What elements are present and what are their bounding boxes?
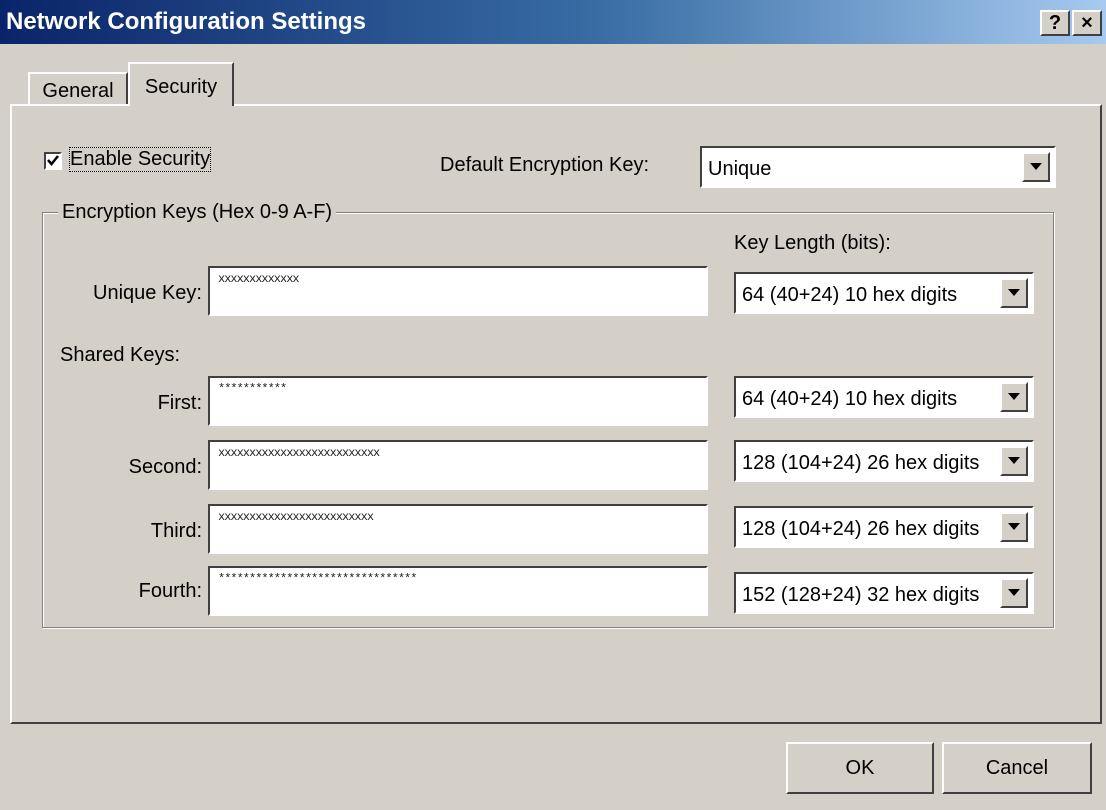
check-icon [47,155,59,166]
help-icon: ? [1048,12,1062,34]
encryption-keys-group-title: Encryption Keys (Hex 0-9 A-F) [58,201,337,224]
shared-key-second-value: xxxxxxxxxxxxxxxxxxxxxxxxxx [218,446,380,460]
tab-security-label: Security [144,76,218,98]
shared-key-third-input[interactable]: xxxxxxxxxxxxxxxxxxxxxxxxx [208,504,708,554]
chevron-down-icon[interactable] [1000,446,1028,476]
chevron-down-icon[interactable] [1000,578,1028,608]
unique-key-label: Unique Key: [93,282,202,304]
window-title: Network Configuration Settings [6,8,366,35]
unique-key-length-value: 64 (40+24) 10 hex digits [742,284,958,306]
unique-key-value: xxxxxxxxxxxxx [218,272,300,286]
help-button[interactable]: ? [1040,10,1070,36]
unique-key-length-select[interactable]: 64 (40+24) 10 hex digits [734,272,1034,314]
shared-key-fourth-value: ******************************** [218,572,417,586]
shared-key-fourth-length-select[interactable]: 152 (128+24) 32 hex digits [734,572,1034,614]
default-encryption-key-value: Unique [708,158,772,180]
tab-general[interactable]: General [28,72,128,106]
shared-key-fourth-label: Fourth: [138,580,202,602]
shared-key-second-label: Second: [128,456,202,478]
shared-key-third-value: xxxxxxxxxxxxxxxxxxxxxxxxx [218,510,374,524]
default-encryption-key-select[interactable]: Unique [700,146,1056,188]
network-config-dialog: Network Configuration Settings ? × Gener… [0,0,1106,810]
close-icon: × [1081,12,1093,34]
shared-key-first-value: *********** [218,382,287,396]
tab-general-label: General [42,80,114,102]
default-encryption-key-label: Default Encryption Key: [440,154,649,176]
enable-security-label[interactable]: Enable Security [68,147,212,172]
shared-key-fourth-length-value: 152 (128+24) 32 hex digits [742,584,980,606]
cancel-button[interactable]: Cancel [942,742,1092,794]
chevron-down-icon[interactable] [1000,512,1028,542]
shared-key-fourth-input[interactable]: ******************************** [208,566,708,616]
shared-key-second-length-value: 128 (104+24) 26 hex digits [742,452,980,474]
shared-key-third-label: Third: [150,520,202,542]
enable-security-checkbox[interactable] [44,152,62,170]
close-button[interactable]: × [1072,10,1102,36]
title-bar[interactable]: Network Configuration Settings ? × [0,0,1106,44]
shared-key-first-input[interactable]: *********** [208,376,708,426]
cancel-button-label: Cancel [985,756,1049,779]
shared-key-first-length-select[interactable]: 64 (40+24) 10 hex digits [734,376,1034,418]
shared-key-first-length-value: 64 (40+24) 10 hex digits [742,388,958,410]
shared-keys-label: Shared Keys: [60,344,181,366]
shared-key-second-length-select[interactable]: 128 (104+24) 26 hex digits [734,440,1034,482]
chevron-down-icon[interactable] [1000,278,1028,308]
shared-key-first-label: First: [157,392,202,414]
unique-key-input[interactable]: xxxxxxxxxxxxx [208,266,708,316]
key-length-header: Key Length (bits): [734,232,891,254]
ok-button-label: OK [845,756,875,779]
shared-key-second-input[interactable]: xxxxxxxxxxxxxxxxxxxxxxxxxx [208,440,708,490]
shared-key-third-length-value: 128 (104+24) 26 hex digits [742,518,980,540]
shared-key-third-length-select[interactable]: 128 (104+24) 26 hex digits [734,506,1034,548]
chevron-down-icon[interactable] [1000,382,1028,412]
chevron-down-icon[interactable] [1022,152,1050,182]
tab-security[interactable]: Security [128,62,234,106]
ok-button[interactable]: OK [786,742,934,794]
